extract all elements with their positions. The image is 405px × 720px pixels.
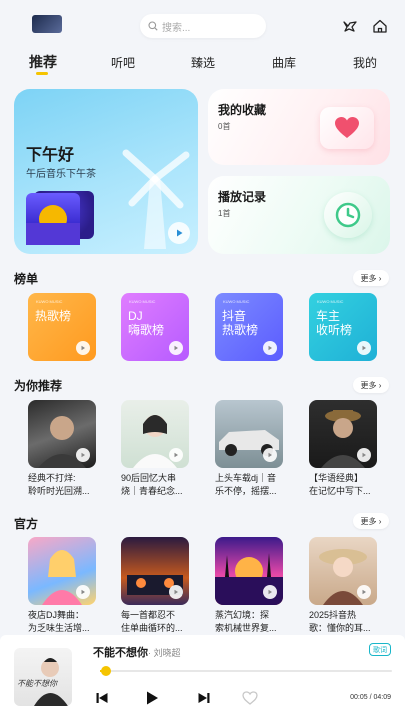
now-playing-cover[interactable]: 不能不想你 bbox=[14, 648, 72, 706]
history-count: 1首 bbox=[218, 209, 231, 218]
cover-text: 不能不想你 bbox=[17, 679, 57, 688]
previous-icon bbox=[96, 693, 108, 703]
playlist-cover[interactable] bbox=[309, 537, 377, 605]
play-button[interactable] bbox=[168, 222, 190, 244]
like-button[interactable] bbox=[240, 688, 260, 708]
tab-library[interactable]: 曲库 bbox=[272, 54, 296, 71]
tab-select[interactable]: 臻选 bbox=[191, 54, 215, 71]
progress-bar[interactable] bbox=[100, 666, 392, 676]
favorites-title: 我的收藏 bbox=[218, 103, 267, 117]
play-icon[interactable] bbox=[169, 585, 183, 599]
play-icon[interactable] bbox=[76, 341, 90, 355]
search-icon bbox=[148, 21, 158, 31]
chart-tile[interactable]: KUWO MUSIC DJ 嗨歌榜 bbox=[121, 293, 189, 361]
playlist-caption[interactable]: 90后回忆大串 烧｜青春纪念... bbox=[121, 472, 193, 498]
play-icon[interactable] bbox=[263, 341, 277, 355]
playlist-caption[interactable]: 上头车载dj｜音 乐不停，摇摆... bbox=[215, 472, 287, 498]
greeting-card[interactable]: 下午好 午后音乐下午茶 bbox=[14, 89, 198, 254]
play-icon bbox=[147, 691, 158, 705]
history-card[interactable]: 播放记录 1首 bbox=[208, 176, 390, 254]
previous-button[interactable] bbox=[92, 688, 112, 708]
search-input[interactable]: 搜索... bbox=[140, 14, 266, 38]
heart-outline-icon bbox=[242, 691, 258, 705]
tab-mine[interactable]: 我的 bbox=[353, 54, 377, 71]
play-icon[interactable] bbox=[263, 585, 277, 599]
play-icon[interactable] bbox=[169, 341, 183, 355]
tab-recommend[interactable]: 推荐 bbox=[29, 52, 57, 72]
chart-tile[interactable]: KUWO MUSIC 热歌榜 bbox=[28, 293, 96, 361]
play-icon[interactable] bbox=[357, 448, 371, 462]
play-icon[interactable] bbox=[169, 448, 183, 462]
playlist-cover[interactable] bbox=[121, 537, 189, 605]
song-artist: · 刘晓超 bbox=[148, 648, 181, 658]
home-icon[interactable] bbox=[370, 16, 390, 36]
next-button[interactable] bbox=[194, 688, 214, 708]
play-icon[interactable] bbox=[76, 585, 90, 599]
playlist-caption[interactable]: 2025抖音热 歌：懂你的耳... bbox=[309, 609, 381, 635]
favorites-count: 0首 bbox=[218, 122, 231, 131]
song-title: 不能不想你 bbox=[93, 647, 148, 659]
album-cover bbox=[26, 193, 80, 245]
active-tab-indicator bbox=[36, 72, 48, 75]
search-placeholder: 搜索... bbox=[162, 22, 191, 34]
charts-more-button[interactable]: 更多 › bbox=[353, 270, 389, 286]
playlist-caption[interactable]: 【华语经典】 在记忆中写下... bbox=[309, 472, 381, 498]
play-pause-button[interactable] bbox=[142, 688, 162, 708]
play-icon[interactable] bbox=[357, 585, 371, 599]
playlist-caption[interactable]: 每一首都忍不 住单曲循环的... bbox=[121, 609, 193, 635]
heart-icon bbox=[320, 107, 374, 149]
official-title: 官方 bbox=[14, 517, 39, 531]
greeting-subtitle: 午后音乐下午茶 bbox=[26, 169, 96, 180]
playlist-caption[interactable]: 蒸汽幻境：探 索机械世界复... bbox=[215, 609, 287, 635]
favorites-card[interactable]: 我的收藏 0首 bbox=[208, 89, 390, 165]
playlist-caption[interactable]: 夜店DJ舞曲： 为乏味生活增... bbox=[28, 609, 100, 635]
chart-tile[interactable]: KUWO MUSIC 抖音 热歌榜 bbox=[215, 293, 283, 361]
official-more-button[interactable]: 更多 › bbox=[353, 513, 389, 529]
play-icon[interactable] bbox=[263, 448, 277, 462]
next-icon bbox=[198, 693, 210, 703]
recognize-icon[interactable] bbox=[340, 16, 360, 36]
user-avatar[interactable] bbox=[32, 15, 62, 33]
playback-time: 00:05 / 04:09 bbox=[350, 694, 391, 701]
greeting-title: 下午好 bbox=[26, 147, 75, 164]
main-tabs: 推荐 听吧 臻选 曲库 我的 bbox=[0, 52, 405, 76]
playlist-caption[interactable]: 经典不打烊: 聆听时光回溯... bbox=[28, 472, 100, 498]
playlist-cover[interactable] bbox=[215, 400, 283, 468]
play-icon[interactable] bbox=[357, 341, 371, 355]
progress-thumb[interactable] bbox=[100, 666, 111, 676]
playlist-cover[interactable] bbox=[28, 400, 96, 468]
playlist-cover[interactable] bbox=[28, 537, 96, 605]
playlist-cover[interactable] bbox=[215, 537, 283, 605]
chart-tile[interactable]: KUWO MUSIC 车主 收听榜 bbox=[309, 293, 377, 361]
clock-icon bbox=[324, 192, 372, 238]
playlist-cover[interactable] bbox=[121, 400, 189, 468]
play-icon[interactable] bbox=[76, 448, 90, 462]
playlist-cover[interactable] bbox=[309, 400, 377, 468]
play-icon bbox=[177, 229, 183, 237]
charts-title: 榜单 bbox=[14, 272, 39, 286]
lyrics-button[interactable]: 歌词 bbox=[369, 643, 391, 656]
recommend-more-button[interactable]: 更多 › bbox=[353, 377, 389, 393]
tab-listen[interactable]: 听吧 bbox=[111, 54, 135, 71]
history-title: 播放记录 bbox=[218, 190, 267, 204]
recommend-title: 为你推荐 bbox=[14, 379, 63, 393]
top-bar: 搜索... bbox=[0, 10, 405, 40]
